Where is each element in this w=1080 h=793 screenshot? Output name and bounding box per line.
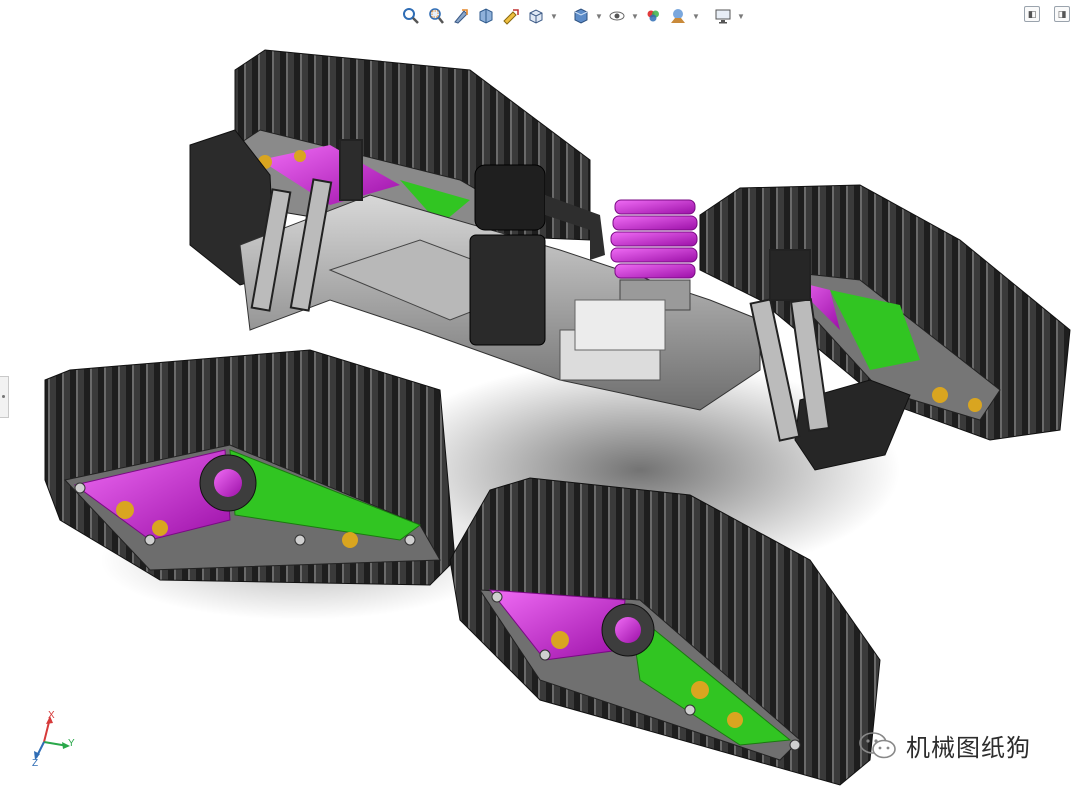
edit-appearance-button[interactable] [642, 5, 664, 27]
zoom-to-fit-icon [403, 8, 419, 24]
edit-appearance-icon [647, 10, 659, 22]
restore-icon: ◧ [1027, 8, 1037, 19]
watermark-text: 机械图纸狗 [906, 734, 1031, 762]
maximize-icon: ◨ [1057, 8, 1067, 19]
zoom-to-area-icon [429, 8, 444, 24]
apply-scene-button[interactable] [667, 5, 689, 27]
hide-show-items-dropdown[interactable]: ▼ [631, 5, 639, 27]
zoom-to-area-button[interactable] [425, 5, 447, 27]
triad-z-label: Z [32, 758, 39, 769]
view-orientation-icon [529, 9, 543, 24]
heads-up-view-toolbar: ▼ ▼ ▼ ▼ ▼ [400, 4, 745, 28]
apply-scene-icon [671, 9, 685, 23]
wechat-logo-icon [859, 731, 896, 758]
restore-window-button[interactable]: ◧ [1024, 6, 1040, 22]
triad-x-label: X [48, 710, 55, 721]
triad-y-label: Y [68, 738, 75, 749]
section-view-icon [479, 8, 493, 24]
zoom-to-fit-button[interactable] [400, 5, 422, 27]
view-orientation-dropdown[interactable]: ▼ [550, 5, 558, 27]
view-orientation-button[interactable] [525, 5, 547, 27]
apply-scene-dropdown[interactable]: ▼ [692, 5, 700, 27]
dynamic-annotation-button[interactable] [500, 5, 522, 27]
window-controls: ◧ ◨ [1024, 6, 1070, 22]
feature-manager-collapse-handle[interactable] [0, 376, 9, 418]
hide-show-items-icon [609, 11, 625, 21]
display-style-icon [574, 8, 588, 24]
dynamic-annotation-icon [503, 9, 519, 25]
model-viewport[interactable] [0, 0, 1080, 793]
maximize-window-button[interactable]: ◨ [1054, 6, 1070, 22]
display-style-dropdown[interactable]: ▼ [595, 5, 603, 27]
view-settings-button[interactable] [712, 5, 734, 27]
view-settings-dropdown[interactable]: ▼ [737, 5, 745, 27]
display-style-button[interactable] [570, 5, 592, 27]
view-settings-icon [715, 9, 731, 24]
watermark: 机械图纸狗 [858, 728, 1031, 763]
previous-view-button[interactable] [450, 5, 472, 27]
section-view-button[interactable] [475, 5, 497, 27]
previous-view-icon [454, 9, 468, 24]
reference-triad: X Y Z [28, 708, 88, 772]
hide-show-items-button[interactable] [606, 5, 628, 27]
